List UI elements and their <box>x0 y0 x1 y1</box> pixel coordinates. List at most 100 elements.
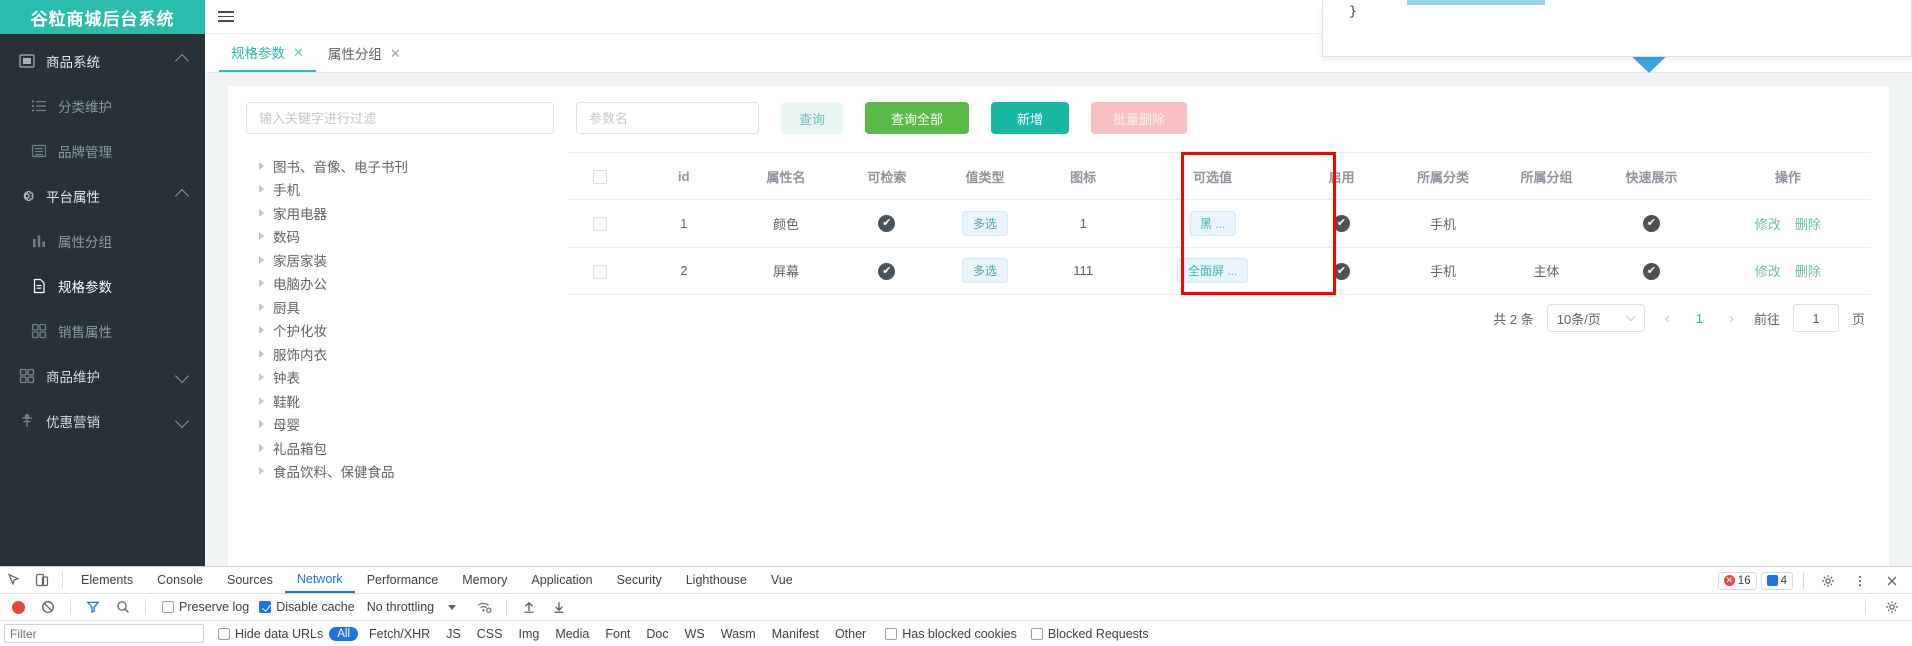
keyword-filter-input[interactable] <box>246 102 554 134</box>
query-all-button[interactable]: 查询全部 <box>865 102 970 134</box>
import-har-icon[interactable] <box>515 594 543 620</box>
network-filter-input[interactable] <box>4 624 204 643</box>
filter-type-ws[interactable]: WS <box>680 627 710 641</box>
row-checkbox[interactable] <box>593 217 608 232</box>
filter-type-wasm[interactable]: Wasm <box>716 627 761 641</box>
sidebar-item-spec-parameters[interactable]: 规格参数 <box>0 263 205 308</box>
filter-type-fetch-xhr[interactable]: Fetch/XHR <box>364 627 435 641</box>
devtools-tab-sources[interactable]: Sources <box>215 567 285 593</box>
sidebar-item-sale-attributes[interactable]: 销售属性 <box>0 308 205 353</box>
tree-node[interactable]: 电脑办公 <box>259 272 568 296</box>
clear-icon[interactable] <box>34 594 62 620</box>
triangle-right-icon[interactable] <box>259 443 264 452</box>
tree-node[interactable]: 手机 <box>259 178 568 202</box>
tree-node[interactable]: 图书、音像、电子书刊 <box>259 154 568 178</box>
sidebar-item-brand-management[interactable]: 品牌管理 <box>0 128 205 173</box>
triangle-right-icon[interactable] <box>259 255 264 264</box>
preserve-log-checkbox[interactable]: Preserve log <box>162 600 249 614</box>
triangle-right-icon[interactable] <box>259 420 264 429</box>
triangle-right-icon[interactable] <box>259 349 264 358</box>
chevron-down-icon[interactable] <box>448 604 457 610</box>
tree-node[interactable]: 个护化妆 <box>259 319 568 343</box>
devtools-tab-console[interactable]: Console <box>145 567 215 593</box>
triangle-right-icon[interactable] <box>259 208 264 217</box>
edit-link[interactable]: 修改 <box>1755 264 1781 279</box>
inspect-icon[interactable] <box>0 567 28 593</box>
select-all-checkbox[interactable] <box>593 169 608 184</box>
tree-node[interactable]: 家居家装 <box>259 248 568 272</box>
triangle-right-icon[interactable] <box>259 279 264 288</box>
message-count-badge[interactable]: 4 <box>1760 571 1793 590</box>
devtools-tab-application[interactable]: Application <box>519 567 604 593</box>
triangle-right-icon[interactable] <box>259 467 264 476</box>
device-toolbar-icon[interactable] <box>28 567 56 593</box>
edit-link[interactable]: 修改 <box>1755 217 1781 232</box>
query-button[interactable]: 查询 <box>781 102 844 134</box>
filter-type-js[interactable]: JS <box>441 627 466 641</box>
tree-node[interactable]: 礼品箱包 <box>259 436 568 460</box>
filter-type-img[interactable]: Img <box>513 627 544 641</box>
filter-type-all[interactable]: All <box>329 626 359 641</box>
chevron-left-icon[interactable]: ‹ <box>1658 310 1677 327</box>
page-size-select[interactable]: 10条/页 <box>1546 304 1645 332</box>
filter-type-manifest[interactable]: Manifest <box>767 627 824 641</box>
tab-attribute-group[interactable]: 属性分组 ✕ <box>316 34 413 72</box>
row-checkbox[interactable] <box>593 264 608 279</box>
gear-icon[interactable] <box>1878 594 1906 620</box>
triangle-right-icon[interactable] <box>259 161 264 170</box>
tree-node[interactable]: 钟表 <box>259 366 568 390</box>
tree-node[interactable]: 鞋靴 <box>259 389 568 413</box>
devtools-tab-security[interactable]: Security <box>605 567 674 593</box>
tab-spec-parameters[interactable]: 规格参数 ✕ <box>219 34 316 72</box>
devtools-tab-lighthouse[interactable]: Lighthouse <box>674 567 759 593</box>
sidebar-group-product-maintenance[interactable]: 商品维护 <box>0 353 205 398</box>
jump-page-input[interactable] <box>1792 304 1839 332</box>
triangle-right-icon[interactable] <box>259 185 264 194</box>
filter-type-other[interactable]: Other <box>830 627 871 641</box>
devtools-tab-performance[interactable]: Performance <box>355 567 451 593</box>
has-blocked-cookies-checkbox[interactable]: Has blocked cookies <box>885 627 1017 641</box>
tree-node[interactable]: 数码 <box>259 225 568 249</box>
filter-type-font[interactable]: Font <box>600 627 635 641</box>
batch-delete-button[interactable]: 批量删除 <box>1091 102 1188 134</box>
page-number[interactable]: 1 <box>1690 311 1709 326</box>
add-button[interactable]: 新增 <box>991 102 1070 134</box>
tree-node[interactable]: 厨具 <box>259 295 568 319</box>
delete-link[interactable]: 删除 <box>1795 217 1821 232</box>
devtools-tab-network[interactable]: Network <box>284 567 355 593</box>
filter-type-css[interactable]: CSS <box>472 627 508 641</box>
triangle-right-icon[interactable] <box>259 232 264 241</box>
close-icon[interactable] <box>1878 568 1906 594</box>
chevron-right-icon[interactable]: › <box>1722 310 1741 327</box>
tree-node[interactable]: 家用电器 <box>259 201 568 225</box>
triangle-right-icon[interactable] <box>259 326 264 335</box>
close-icon[interactable]: ✕ <box>390 47 401 60</box>
devtools-tab-vue[interactable]: Vue <box>759 567 805 593</box>
tree-node[interactable]: 母婴 <box>259 413 568 437</box>
error-count-badge[interactable]: ✕ 16 <box>1717 571 1757 590</box>
filter-icon[interactable] <box>79 594 107 620</box>
close-icon[interactable]: ✕ <box>293 46 304 59</box>
more-options-icon[interactable] <box>1846 568 1874 594</box>
disable-cache-checkbox[interactable]: Disable cache <box>259 600 355 614</box>
gear-icon[interactable] <box>1814 568 1842 594</box>
triangle-right-icon[interactable] <box>259 302 264 311</box>
export-har-icon[interactable] <box>545 594 573 620</box>
devtools-tab-memory[interactable]: Memory <box>450 567 519 593</box>
triangle-right-icon[interactable] <box>259 373 264 382</box>
sidebar-item-attribute-group[interactable]: 属性分组 <box>0 218 205 263</box>
param-name-input[interactable] <box>576 102 759 134</box>
record-icon[interactable] <box>4 594 32 620</box>
hide-data-urls-checkbox[interactable]: Hide data URLs <box>218 627 323 641</box>
throttling-select[interactable]: No throttling <box>367 600 434 614</box>
tree-node[interactable]: 食品饮料、保健食品 <box>259 460 568 484</box>
hamburger-icon[interactable] <box>205 0 247 34</box>
tree-node[interactable]: 服饰内衣 <box>259 342 568 366</box>
filter-type-media[interactable]: Media <box>550 627 594 641</box>
network-conditions-icon[interactable] <box>470 594 498 620</box>
sidebar-group-promotion-marketing[interactable]: 优惠营销 <box>0 398 205 443</box>
delete-link[interactable]: 删除 <box>1795 264 1821 279</box>
devtools-tab-elements[interactable]: Elements <box>69 567 145 593</box>
sidebar-group-product-system[interactable]: 商品系统 <box>0 38 205 83</box>
sidebar-group-platform-attributes[interactable]: 平台属性 <box>0 173 205 218</box>
